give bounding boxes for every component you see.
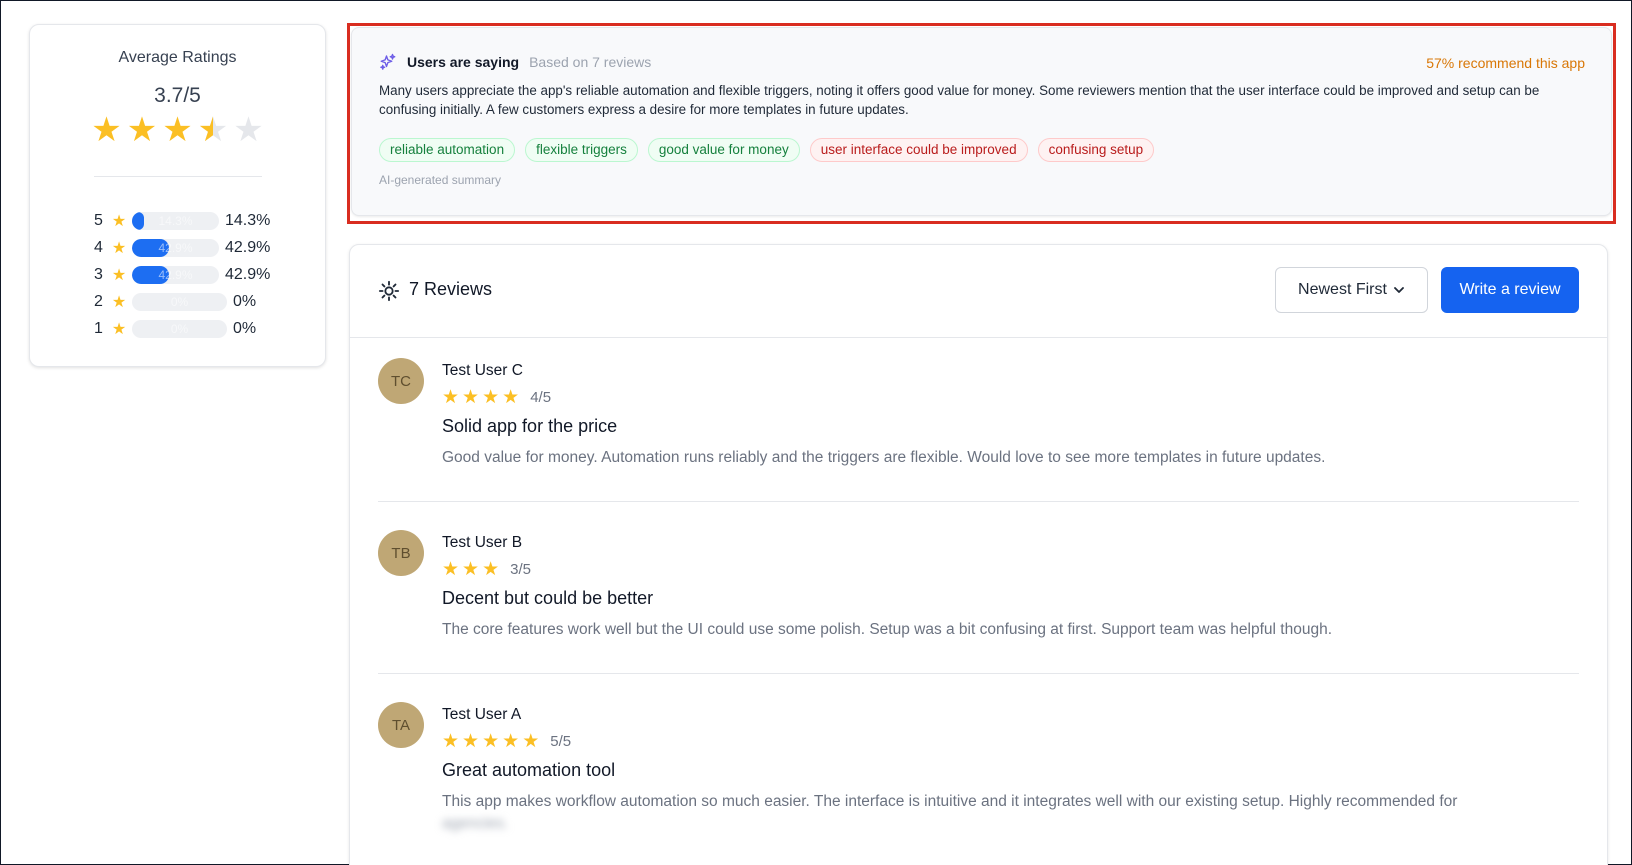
star-icon: ★ (502, 731, 520, 752)
rating-distribution-row-2: 2 ★ 0% 0% (94, 291, 256, 313)
rating-level: 5 (94, 212, 103, 229)
rating-level: 2 (94, 293, 103, 310)
ai-summary-card: Users are saying Based on 7 reviews 57% … (351, 27, 1612, 216)
star-icon: ★ (111, 267, 127, 284)
review-item: TA Test User A ★ ★ ★ ★ ★ 5/5 Great autom… (378, 702, 1579, 852)
reviews-header: 7 Reviews Newest First Write a review (350, 245, 1607, 338)
summary-tag: user interface could be improved (809, 138, 1028, 162)
rating-bar-label: 42.9% (158, 268, 193, 282)
rating-bar-label: 14.3% (158, 214, 193, 228)
star-icon: ★ (91, 111, 122, 149)
review-body: Good value for money. Automation runs re… (442, 449, 1326, 466)
star-icon: ★ (111, 321, 127, 338)
summary-review-count: Based on 7 reviews (529, 54, 652, 70)
rating-distribution-row-1: 1 ★ 0% 0% (94, 318, 256, 340)
summary-header: Users are saying Based on 7 reviews (379, 53, 651, 71)
star-icon: ★ (462, 731, 480, 752)
rating-level: 3 (94, 266, 103, 283)
rating-level: 1 (94, 320, 103, 337)
review-rating: ★ ★ ★ 3/5 (442, 560, 531, 579)
rating-percentage: 42.9% (225, 266, 271, 283)
recommend-percentage: 57% recommend this app (1426, 55, 1585, 71)
star-icon: ★ (111, 294, 127, 311)
rating-bar: 14.3% (132, 212, 219, 230)
reviews-sun-icon (378, 280, 400, 302)
review-title: Great automation tool (442, 760, 616, 780)
reviewer-name: Test User A (442, 706, 522, 723)
review-body: The core features work well but the UI c… (442, 621, 1333, 638)
average-rating-stars: ★ ★ ★ ★★ ★ (30, 113, 325, 147)
sort-dropdown-label: Newest First (1298, 281, 1387, 298)
review-rating: ★ ★ ★ ★ ★ 5/5 (442, 732, 571, 751)
rating-percentage: 42.9% (225, 239, 271, 256)
summary-footer: AI-generated summary (379, 173, 502, 187)
star-icon: ★ (162, 111, 193, 149)
star-icon: ★ (522, 731, 540, 752)
review-title: Solid app for the price (442, 416, 618, 436)
review-score: 3/5 (510, 561, 531, 578)
review-title: Decent but could be better (442, 588, 654, 608)
rating-level: 4 (94, 239, 103, 256)
rating-distribution-row-4: 4 ★ 42.9% 42.9% (94, 237, 270, 259)
divider (378, 501, 1579, 502)
summary-tag: reliable automation (379, 138, 516, 162)
sort-dropdown[interactable]: Newest First (1275, 267, 1428, 313)
avatar: TB (378, 530, 424, 576)
average-ratings-card: Average Ratings 3.7/5 ★ ★ ★ ★★ ★ 5 ★ 14.… (29, 24, 326, 367)
rating-bar-label: 42.9% (158, 241, 193, 255)
rating-distribution-row-5: 5 ★ 14.3% 14.3% (94, 210, 270, 232)
review-body: This app makes workflow automation so mu… (442, 791, 1552, 835)
sparkle-icon (380, 53, 396, 70)
avatar: TA (378, 702, 424, 748)
summary-title: Users are saying (407, 54, 520, 70)
summary-tag: confusing setup (1037, 138, 1155, 162)
review-item: TC Test User C ★ ★ ★ ★ 4/5 Solid app for… (378, 358, 1579, 498)
rating-bar: 0% (132, 320, 227, 338)
divider (378, 673, 1579, 674)
rating-percentage: 0% (233, 293, 257, 310)
write-review-button[interactable]: Write a review (1441, 267, 1579, 313)
star-icon: ★ (111, 240, 127, 257)
summary-tag: good value for money (647, 138, 800, 162)
reviews-card: 7 Reviews Newest First Write a review TC… (349, 244, 1608, 865)
star-icon: ★ (442, 559, 460, 580)
star-icon: ★ (482, 731, 500, 752)
rating-distribution-row-3: 3 ★ 42.9% 42.9% (94, 264, 270, 286)
star-icon: ★ (482, 559, 500, 580)
reviews-count: 7 Reviews (409, 279, 493, 299)
star-icon: ★ (126, 111, 158, 149)
rating-bar: 42.9% (132, 239, 219, 257)
summary-tags: reliable automation flexible triggers go… (379, 138, 1155, 162)
rating-bar-label: 0% (170, 295, 189, 309)
review-item: TB Test User B ★ ★ ★ 3/5 Decent but coul… (378, 530, 1579, 670)
rating-percentage: 0% (233, 320, 257, 337)
star-icon: ★ (462, 387, 480, 408)
average-ratings-title: Average Ratings (118, 49, 237, 66)
divider (94, 176, 262, 177)
review-body-blurred-text: agencies. (442, 815, 509, 832)
review-score: 4/5 (530, 389, 552, 406)
review-score: 5/5 (550, 733, 572, 750)
reviewer-name: Test User C (442, 362, 523, 379)
chevron-down-icon (1394, 287, 1404, 293)
star-icon: ★ (462, 559, 480, 580)
star-icon: ★ (482, 387, 500, 408)
half-star-icon: ★★ (197, 111, 229, 149)
rating-bar-label: 0% (170, 322, 189, 336)
reviewer-name: Test User B (442, 534, 523, 551)
star-icon: ★ (442, 731, 460, 752)
empty-star-icon: ★ (233, 111, 264, 149)
star-icon: ★ (111, 213, 127, 230)
summary-tag: flexible triggers (525, 138, 638, 162)
rating-percentage: 14.3% (225, 212, 271, 229)
star-icon: ★ (442, 387, 460, 408)
rating-bar: 0% (132, 293, 227, 311)
average-rating-value: 3.7/5 (154, 84, 201, 107)
rating-bar: 42.9% (132, 266, 219, 284)
avatar: TC (378, 358, 424, 404)
summary-text: Many users appreciate the app's reliable… (379, 83, 1540, 117)
review-rating: ★ ★ ★ ★ 4/5 (442, 388, 551, 407)
review-body-text: This app makes workflow automation so mu… (442, 793, 1458, 810)
star-icon: ★ (502, 387, 520, 408)
